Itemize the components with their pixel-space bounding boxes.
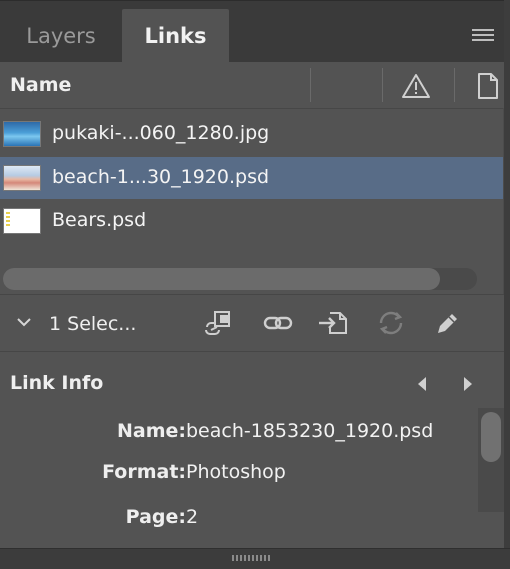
tab-links[interactable]: Links bbox=[122, 9, 229, 63]
column-divider[interactable] bbox=[454, 68, 455, 102]
link-row-selected[interactable]: beach-1...30_1920.psd bbox=[0, 157, 503, 199]
info-key: Name: bbox=[116, 420, 186, 442]
info-value: Photoshop bbox=[186, 461, 286, 483]
tab-bar: Layers Links bbox=[0, 0, 510, 63]
column-header: Name bbox=[0, 62, 510, 109]
info-key: Format: bbox=[102, 461, 186, 483]
link-filename: beach-1...30_1920.psd bbox=[52, 166, 270, 188]
info-row-format: Format: Photoshop bbox=[0, 461, 478, 489]
hamburger-menu-icon[interactable] bbox=[472, 29, 494, 43]
page-icon[interactable] bbox=[476, 72, 500, 100]
info-key: Page: bbox=[125, 506, 186, 528]
panel-edge bbox=[504, 0, 510, 568]
links-panel: Layers Links Name pukaki-...060_1280.jpg… bbox=[0, 0, 510, 569]
next-link-icon[interactable] bbox=[462, 376, 474, 392]
relink-icon[interactable] bbox=[263, 309, 293, 337]
info-row-name: Name: beach-1853230_1920.psd bbox=[0, 420, 478, 448]
links-toolbar: 1 Selec... bbox=[0, 294, 510, 352]
link-filename: Bears.psd bbox=[52, 209, 147, 231]
link-info-header[interactable]: Link Info bbox=[0, 360, 510, 408]
selection-count-label: 1 Selec... bbox=[49, 313, 137, 335]
column-name-header[interactable]: Name bbox=[10, 74, 71, 96]
link-thumbnail bbox=[3, 121, 41, 147]
info-value: beach-1853230_1920.psd bbox=[186, 420, 434, 442]
link-filename: pukaki-...060_1280.jpg bbox=[52, 122, 270, 144]
relink-from-cc-libraries-icon[interactable] bbox=[203, 309, 233, 337]
go-to-link-icon[interactable] bbox=[318, 309, 348, 337]
resize-grip-icon[interactable] bbox=[232, 555, 272, 561]
link-row[interactable]: pukaki-...060_1280.jpg bbox=[0, 113, 503, 155]
update-link-icon[interactable] bbox=[376, 309, 406, 337]
chevron-down-icon[interactable] bbox=[17, 317, 31, 327]
panel-resize-bar[interactable] bbox=[0, 548, 510, 569]
column-divider[interactable] bbox=[382, 68, 383, 102]
info-row-page: Page: 2 bbox=[0, 506, 478, 534]
warning-triangle-icon[interactable] bbox=[401, 72, 431, 100]
link-thumbnail bbox=[3, 208, 41, 234]
info-value: 2 bbox=[186, 506, 199, 528]
previous-link-icon[interactable] bbox=[416, 376, 428, 392]
info-vertical-scrollbar-thumb[interactable] bbox=[481, 412, 501, 462]
link-row[interactable]: Bears.psd bbox=[0, 200, 503, 242]
link-info-title: Link Info bbox=[10, 372, 104, 394]
edit-original-icon[interactable] bbox=[432, 309, 462, 337]
link-info-body: Name: beach-1853230_1920.psd Format: Pho… bbox=[0, 408, 478, 548]
horizontal-scrollbar-thumb[interactable] bbox=[3, 268, 440, 290]
tab-layers[interactable]: Layers bbox=[0, 9, 122, 63]
column-divider[interactable] bbox=[310, 68, 311, 102]
link-thumbnail bbox=[3, 165, 41, 191]
